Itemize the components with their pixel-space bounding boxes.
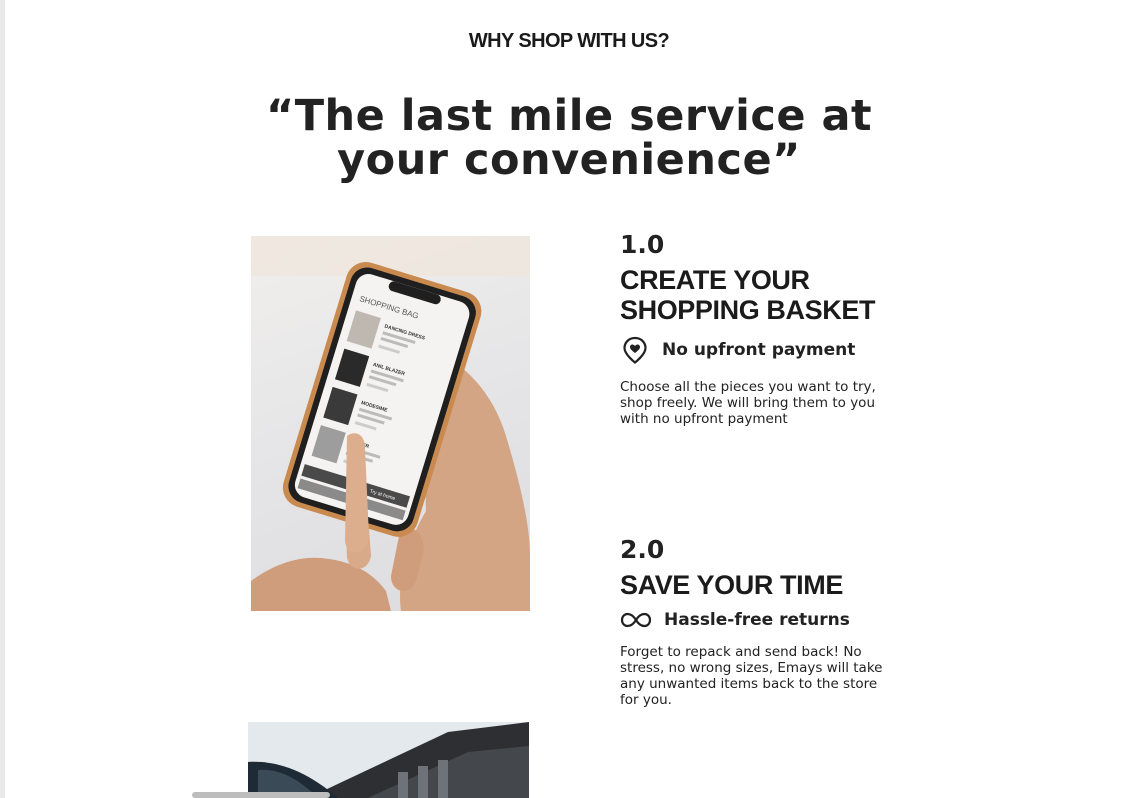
section-eyebrow: WHY SHOP WITH US? bbox=[468, 30, 670, 52]
step-1-feature: No upfront payment bbox=[620, 335, 920, 365]
step-1-number: 1.0 bbox=[620, 230, 665, 259]
horizontal-scrollbar-thumb[interactable] bbox=[192, 792, 330, 798]
step-2-title: SAVE YOUR TIME bbox=[620, 570, 920, 600]
step-2: 2.0 SAVE YOUR TIME Hassle-free returns F… bbox=[620, 535, 920, 708]
storefront-illustration bbox=[248, 722, 529, 798]
step-1-title-line-1: CREATE YOUR bbox=[620, 265, 810, 295]
section-headline: “The last mile service at your convenien… bbox=[0, 94, 1138, 182]
phone-shopping-photo: SHOPPING BAG DANCING DRESS ANIL BLAZER M… bbox=[251, 236, 530, 611]
step-1-title-line-2: SHOPPING BASKET bbox=[620, 295, 876, 325]
step-2-number: 2.0 bbox=[620, 535, 665, 564]
step-2-description: Forget to repack and send back! No stres… bbox=[620, 644, 883, 708]
step-1-feature-label: No upfront payment bbox=[662, 340, 856, 360]
storefront-photo bbox=[248, 722, 529, 798]
phone-illustration: SHOPPING BAG DANCING DRESS ANIL BLAZER M… bbox=[251, 236, 530, 611]
step-2-title-line-1: SAVE YOUR TIME bbox=[620, 570, 843, 600]
step-1-title: CREATE YOUR SHOPPING BASKET bbox=[620, 265, 920, 325]
location-heart-icon bbox=[623, 336, 647, 364]
step-1: 1.0 CREATE YOUR SHOPPING BASKET No upfro… bbox=[620, 230, 920, 427]
step-1-description: Choose all the pieces you want to try, s… bbox=[620, 379, 876, 427]
headline-line-1: “The last mile service at bbox=[265, 91, 873, 141]
step-2-feature: Hassle-free returns bbox=[620, 610, 920, 630]
headline-line-2: your convenience” bbox=[337, 135, 801, 185]
infinity-icon bbox=[620, 612, 652, 628]
step-2-feature-label: Hassle-free returns bbox=[664, 610, 850, 630]
